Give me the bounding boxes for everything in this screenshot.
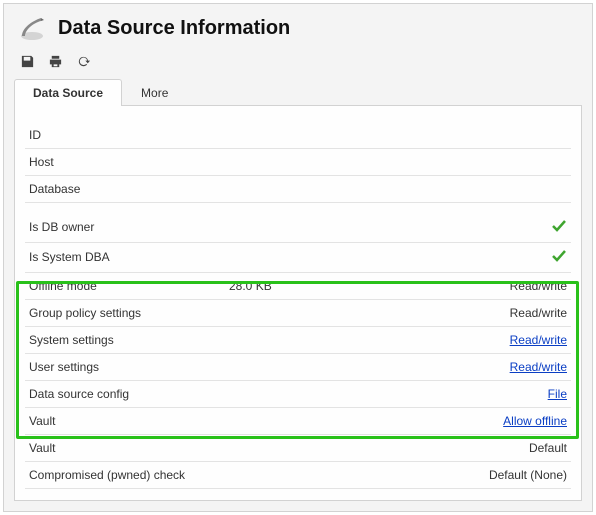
row-pwned: Compromised (pwned) check Default (None): [25, 461, 571, 488]
value-offline-size: 28.0 KB: [225, 272, 451, 299]
tab-bar: Data Source More: [4, 78, 592, 105]
row-is-db-owner: Is DB owner: [25, 213, 571, 243]
label-system-settings: System settings: [25, 326, 451, 353]
link-system-settings[interactable]: Read/write: [510, 333, 567, 347]
value-vault: Default: [451, 434, 571, 461]
save-icon[interactable]: [18, 52, 36, 70]
row-data-source-config: Data source config File: [25, 380, 571, 407]
row-user-settings: User settings Read/write: [25, 353, 571, 380]
label-id: ID: [25, 122, 225, 149]
value-id: [225, 122, 451, 149]
app-icon: [18, 14, 46, 42]
row-database: Database: [25, 176, 571, 203]
label-group-policy: Group policy settings: [25, 299, 451, 326]
label-pwned: Compromised (pwned) check: [25, 461, 451, 488]
print-icon[interactable]: [46, 52, 64, 70]
label-user-settings: User settings: [25, 353, 451, 380]
page-title: Data Source Information: [58, 17, 290, 40]
value-host: [225, 149, 451, 176]
check-icon: [551, 222, 567, 236]
check-icon: [551, 252, 567, 266]
value-offline-mode: Read/write: [451, 272, 571, 299]
row-host: Host: [25, 149, 571, 176]
tab-data-source[interactable]: Data Source: [14, 79, 122, 106]
label-is-system-dba: Is System DBA: [25, 242, 451, 272]
value-group-policy: Read/write: [451, 299, 571, 326]
label-vault: Vault: [25, 434, 451, 461]
value-database: [225, 176, 451, 203]
row-group-policy: Group policy settings Read/write: [25, 299, 571, 326]
row-system-settings: System settings Read/write: [25, 326, 571, 353]
label-offline-mode: Offline mode: [25, 272, 225, 299]
value-pwned: Default (None): [451, 461, 571, 488]
label-vault-offline: Vault: [25, 407, 451, 434]
row-offline-mode: Offline mode 28.0 KB Read/write: [25, 272, 571, 299]
label-host: Host: [25, 149, 225, 176]
tab-more[interactable]: More: [122, 79, 187, 106]
toolbar: [4, 46, 592, 78]
row-vault: Vault Default: [25, 434, 571, 461]
label-database: Database: [25, 176, 225, 203]
label-data-source-config: Data source config: [25, 380, 451, 407]
link-user-settings[interactable]: Read/write: [510, 360, 567, 374]
row-id: ID: [25, 122, 571, 149]
refresh-icon[interactable]: [74, 52, 92, 70]
row-vault-offline: Vault Allow offline: [25, 407, 571, 434]
row-is-system-dba: Is System DBA: [25, 242, 571, 272]
link-vault-offline[interactable]: Allow offline: [503, 414, 567, 428]
label-is-db-owner: Is DB owner: [25, 213, 451, 243]
link-data-source-config[interactable]: File: [548, 387, 567, 401]
